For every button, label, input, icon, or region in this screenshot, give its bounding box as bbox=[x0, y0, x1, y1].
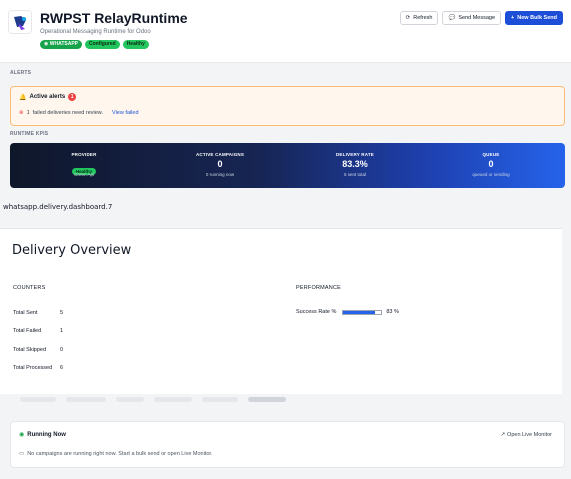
runtime-kpis-panel: PROVIDER Healthy Green Api ACTIVE CAMPAI… bbox=[10, 143, 565, 188]
alerts-section-label: ALERTS bbox=[10, 70, 32, 76]
send-message-label: Send Message bbox=[458, 15, 496, 21]
counter-label: Total Processed bbox=[13, 365, 53, 371]
counter-value: 6 bbox=[60, 365, 64, 371]
kpis-section-label: RUNTIME KPIS bbox=[10, 131, 49, 137]
app-header: RWPST RelayRuntime Operational Messaging… bbox=[0, 0, 571, 63]
kpi-provider-title: PROVIDER bbox=[71, 152, 97, 157]
delivery-overview-panel: Delivery Overview COUNTERS PERFORMANCE T… bbox=[0, 228, 562, 394]
kpi-active-campaigns-value: 0 bbox=[217, 159, 223, 169]
placeholder-chip bbox=[116, 397, 144, 402]
counter-value: 1 bbox=[60, 328, 64, 334]
failed-count: 1 bbox=[26, 110, 30, 116]
counter-value: 5 bbox=[60, 310, 64, 316]
counter-total-skipped: Total Skipped 0 bbox=[13, 347, 63, 353]
placeholder-chip bbox=[20, 397, 56, 402]
configured-badge: Configured bbox=[85, 40, 120, 49]
counter-label: Total Skipped bbox=[13, 347, 47, 353]
alerts-title: 🔔 Active alerts 1 bbox=[19, 93, 77, 101]
running-now-title: ◉ Running Now bbox=[19, 431, 66, 439]
kpi-active-campaigns-title: ACTIVE CAMPAIGNS bbox=[195, 152, 245, 157]
kpi-active-campaigns-sub: 0 running now bbox=[205, 172, 235, 177]
success-rate-value: 83 % bbox=[386, 309, 399, 315]
kpi-queue-value: 0 bbox=[488, 159, 494, 169]
running-now-panel: ◉ Running Now ↗ Open Live Monitor ▭ No c… bbox=[10, 421, 565, 468]
new-bulk-send-label: New Bulk Send bbox=[517, 15, 557, 21]
running-status-icon: ◉ bbox=[19, 432, 25, 438]
new-bulk-send-button[interactable]: + New Bulk Send bbox=[505, 11, 563, 25]
inbox-icon: ▭ bbox=[19, 451, 25, 457]
placeholder-chip bbox=[202, 397, 238, 402]
counters-heading: COUNTERS bbox=[13, 285, 46, 291]
counter-total-sent: Total Sent 5 bbox=[13, 310, 63, 316]
hidden-stat-strip bbox=[12, 394, 562, 408]
kpi-delivery-rate-sub: 5 sent total bbox=[343, 172, 366, 177]
refresh-button[interactable]: ⟳ Refresh bbox=[399, 11, 439, 25]
placeholder-chip bbox=[66, 397, 106, 402]
counter-total-processed: Total Processed 6 bbox=[13, 365, 63, 371]
app-subtitle: Operational Messaging Runtime for Odoo bbox=[40, 29, 151, 35]
open-live-monitor-link[interactable]: ↗ Open Live Monitor bbox=[500, 432, 552, 438]
counter-value: 0 bbox=[60, 347, 64, 353]
performance-heading: PERFORMANCE bbox=[296, 285, 341, 291]
kpi-delivery-rate: DELIVERY RATE 83.3% 5 sent total bbox=[286, 143, 424, 188]
success-rate-bar-fill bbox=[343, 310, 375, 314]
refresh-label: Refresh bbox=[413, 15, 433, 21]
kpi-provider-sub: Green Api bbox=[73, 172, 94, 177]
status-badges: ◉ WHATSAPP Configured Healthy bbox=[40, 40, 149, 49]
dashboard-record-id: whatsapp.delivery.dashboard.7 bbox=[3, 203, 113, 211]
success-rate-label: Success Rate % bbox=[296, 309, 337, 315]
healthy-badge: Healthy bbox=[122, 40, 149, 49]
bell-icon: 🔔 bbox=[19, 94, 27, 101]
whatsapp-badge: ◉ WHATSAPP bbox=[40, 40, 83, 49]
whatsapp-badge-label: WHATSAPP bbox=[49, 41, 79, 47]
alerts-title-text: Active alerts bbox=[29, 94, 66, 100]
running-empty-state: ▭ No campaigns are running right now. St… bbox=[19, 451, 212, 457]
kpi-active-campaigns: ACTIVE CAMPAIGNS 0 0 running now bbox=[151, 143, 289, 188]
alerts-count-badge: 1 bbox=[68, 93, 77, 101]
error-circle-icon: ⊗ bbox=[19, 110, 24, 116]
failed-deliveries-alert: ⊗ 1 failed deliveries need review. View … bbox=[19, 110, 139, 116]
overview-title: Delivery Overview bbox=[12, 243, 132, 258]
whatsapp-icon: ◉ bbox=[44, 41, 49, 47]
kpi-queue-sub: queued or sending bbox=[472, 172, 510, 177]
send-message-button[interactable]: 💬 Send Message bbox=[442, 11, 502, 25]
header-actions: ⟳ Refresh 💬 Send Message + New Bulk Send bbox=[399, 11, 563, 25]
alerts-panel: 🔔 Active alerts 1 ⊗ 1 failed deliveries … bbox=[10, 86, 565, 126]
placeholder-chip bbox=[248, 397, 286, 402]
success-rate-bar bbox=[342, 309, 383, 315]
chat-icon: 💬 bbox=[448, 15, 456, 21]
running-now-title-text: Running Now bbox=[27, 431, 66, 438]
failed-text: failed deliveries need review. bbox=[32, 110, 103, 116]
counter-total-failed: Total Failed 1 bbox=[13, 328, 63, 334]
kpi-delivery-rate-title: DELIVERY RATE bbox=[335, 152, 375, 157]
open-live-monitor-label: Open Live Monitor bbox=[507, 432, 552, 438]
app-logo bbox=[8, 10, 32, 34]
plus-icon: + bbox=[511, 15, 515, 21]
external-link-icon: ↗ bbox=[500, 432, 506, 438]
success-rate-row: Success Rate % 83 % bbox=[296, 309, 399, 315]
counter-label: Total Failed bbox=[13, 328, 42, 334]
kpi-queue: QUEUE 0 queued or sending bbox=[422, 143, 560, 188]
running-empty-text: No campaigns are running right now. Star… bbox=[27, 451, 213, 457]
kpi-delivery-rate-value: 83.3% bbox=[342, 159, 368, 169]
counter-label: Total Sent bbox=[13, 310, 38, 316]
app-title: RWPST RelayRuntime bbox=[40, 10, 188, 26]
refresh-icon: ⟳ bbox=[405, 15, 411, 21]
kpi-provider: PROVIDER Healthy Green Api bbox=[15, 143, 153, 188]
placeholder-chip bbox=[154, 397, 192, 402]
view-failed-link[interactable]: View failed bbox=[112, 110, 139, 116]
kpi-queue-title: QUEUE bbox=[482, 152, 500, 157]
